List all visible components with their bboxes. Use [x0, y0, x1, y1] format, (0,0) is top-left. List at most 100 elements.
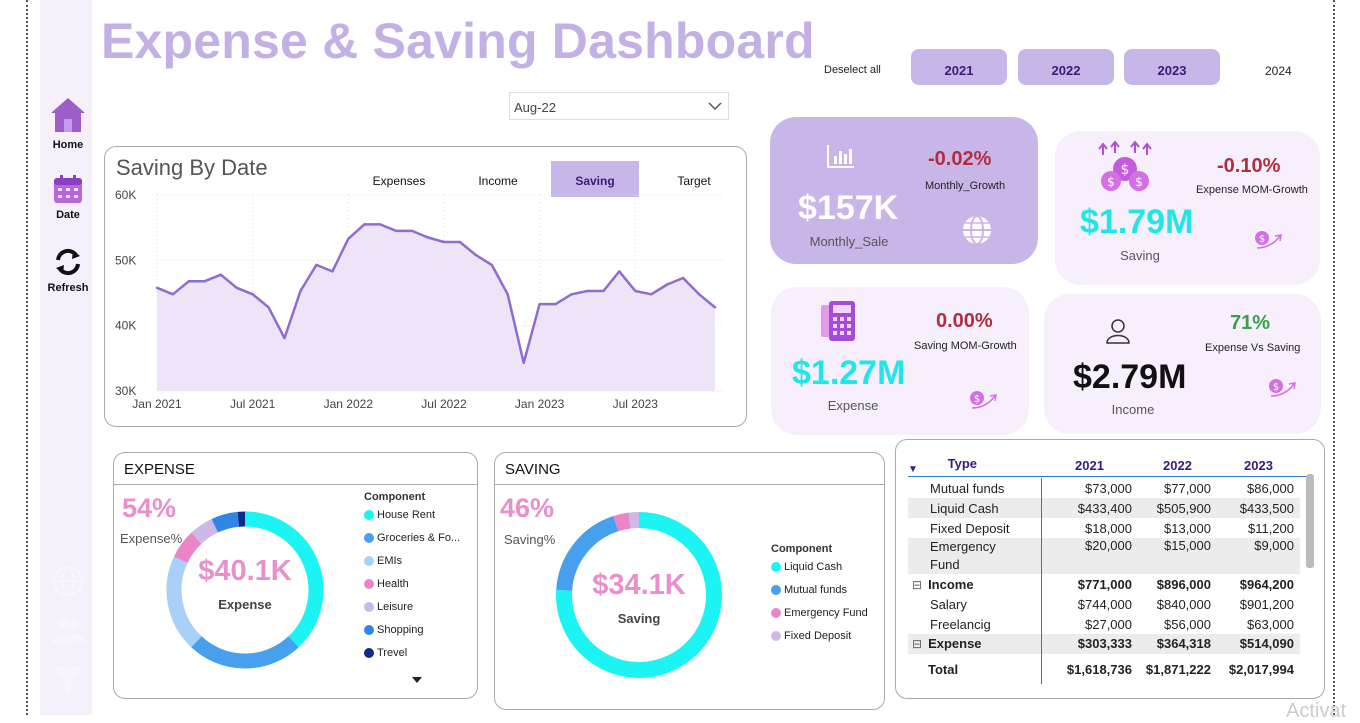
legend-label: Trevel [377, 647, 407, 659]
cell-value: $364,318 [1138, 634, 1217, 654]
table-row[interactable]: Mutual funds$73,000$77,000$86,000 [908, 478, 1300, 498]
sidebar: Home Date Refresh [40, 0, 92, 715]
kpi-expense-label: Expense [813, 398, 893, 413]
kpi-monthly-sale-label: Monthly_Sale [790, 234, 908, 249]
table-row[interactable]: Salary$744,000$840,000$901,200 [908, 594, 1300, 614]
kpi-monthly-growth-label: Monthly_Growth [925, 180, 1005, 192]
sidebar-item-refresh[interactable]: Refresh [40, 247, 96, 294]
year-2023-button[interactable]: 2023 [1124, 49, 1220, 85]
data-point [252, 293, 254, 295]
matrix-card: ▼ Type 2021 2022 2023 Mutual funds$73,00… [895, 439, 1325, 699]
expense-legend: Component House RentGroceries & Fo...EMI… [364, 491, 460, 670]
legend-item[interactable]: Health [364, 578, 460, 601]
x-tick-label: Jan 2022 [324, 397, 374, 411]
saving-percent-label: Saving% [504, 532, 555, 547]
kpi-monthly-sale-value: $157K [798, 189, 898, 228]
legend-item[interactable]: Liquid Cash [771, 561, 868, 584]
year-2022-button[interactable]: 2022 [1018, 49, 1114, 85]
data-point [204, 280, 206, 282]
cell-value: $505,900 [1138, 498, 1217, 518]
svg-text:$: $ [1135, 175, 1143, 189]
table-row[interactable]: Emergency Fund$20,000$15,000$9,000 [908, 538, 1300, 574]
caret-down-icon[interactable] [411, 676, 423, 684]
kpi-saving-mom-label: Saving MOM-Growth [914, 340, 1017, 352]
sidebar-item-home[interactable]: Home [40, 96, 96, 151]
donut-slice[interactable] [616, 521, 630, 524]
table-row[interactable]: Freelancig$27,000$56,000$63,000 [908, 614, 1300, 634]
legend-item[interactable]: EMIs [364, 555, 460, 578]
filter-icon[interactable] [52, 665, 84, 695]
legend-item[interactable]: Shopping [364, 624, 460, 647]
cell-value: $840,000 [1138, 594, 1217, 614]
globe-icon[interactable] [52, 565, 84, 597]
legend-swatch [771, 631, 781, 641]
donut-slice[interactable] [196, 642, 293, 661]
row-label: Fixed Deposit [908, 518, 1041, 538]
donut-slice[interactable] [196, 526, 214, 538]
legend-item[interactable]: House Rent [364, 509, 460, 532]
collapse-icon[interactable]: ⊟ [912, 637, 922, 651]
row-label: Emergency Fund [908, 538, 1041, 574]
legend-item[interactable]: Groceries & Fo... [364, 532, 460, 555]
data-point [459, 241, 461, 243]
x-tick-label: Jul 2022 [421, 397, 467, 411]
data-point [220, 274, 222, 276]
column-header-2022[interactable]: 2022 [1138, 452, 1217, 478]
kpi-expense-mom-label: Expense MOM-Growth [1196, 184, 1308, 196]
year-2024-button[interactable]: 2024 [1265, 64, 1292, 78]
column-header-2021[interactable]: 2021 [1041, 452, 1138, 478]
cell-value: $13,000 [1138, 518, 1217, 538]
table-row[interactable]: ⊟Expense$303,333$364,318$514,090 [908, 634, 1300, 654]
legend-item[interactable]: Leisure [364, 601, 460, 624]
coin-trend-icon: $ [968, 388, 998, 410]
donut-slice[interactable] [630, 520, 639, 521]
kpi-income-card: $2.79M Income 71% Expense Vs Saving $ [1044, 294, 1321, 434]
legend-swatch [771, 562, 781, 572]
cell-value: $27,000 [1041, 614, 1138, 634]
deselect-all-button[interactable]: Deselect all [824, 64, 881, 76]
legend-label: House Rent [377, 509, 435, 521]
legend-swatch [364, 602, 374, 612]
sort-desc-icon[interactable]: ▼ [908, 464, 922, 475]
legend-item[interactable]: Emergency Fund [771, 607, 868, 630]
cell-value: $20,000 [1041, 538, 1138, 574]
row-label: ⊟Expense [908, 634, 1041, 654]
table-row[interactable]: Total$1,618,736$1,871,222$2,017,994 [908, 654, 1300, 684]
data-point [267, 306, 269, 308]
cell-value: $433,500 [1217, 498, 1300, 518]
y-tick-label: 60K [115, 188, 136, 202]
row-label: Salary [908, 594, 1041, 614]
expense-donut-chart [164, 509, 326, 671]
legend-swatch [364, 579, 374, 589]
month-dropdown[interactable]: Aug-22 [509, 92, 729, 120]
table-row[interactable]: ⊟Income$771,000$896,000$964,200 [908, 574, 1300, 594]
users-icon[interactable] [52, 615, 84, 645]
legend-swatch [771, 608, 781, 618]
column-header-type[interactable]: ▼ Type [908, 452, 1041, 478]
legend-swatch [771, 585, 781, 595]
legend-item[interactable]: Mutual funds [771, 584, 868, 607]
row-label: Liquid Cash [908, 498, 1041, 518]
cell-value: $86,000 [1217, 478, 1300, 498]
sidebar-item-label: Home [40, 139, 96, 151]
saving-percent: 46% [500, 493, 554, 524]
legend-item[interactable]: Fixed Deposit [771, 630, 868, 653]
collapse-icon[interactable]: ⊟ [912, 578, 922, 592]
x-tick-label: Jul 2023 [613, 397, 659, 411]
cell-value: $433,400 [1041, 498, 1138, 518]
y-tick-label: 30K [115, 384, 136, 398]
cell-value: $1,871,222 [1138, 654, 1217, 684]
sidebar-item-date[interactable]: Date [40, 174, 96, 221]
cell-value: $964,200 [1217, 574, 1300, 594]
donut-slice[interactable] [215, 519, 239, 525]
table-row[interactable]: Fixed Deposit$18,000$13,000$11,200 [908, 518, 1300, 538]
table-row[interactable]: Liquid Cash$433,400$505,900$433,500 [908, 498, 1300, 518]
row-label: Mutual funds [908, 478, 1041, 498]
legend-item[interactable]: Trevel [364, 647, 460, 670]
column-header-2023[interactable]: 2023 [1217, 452, 1300, 478]
matrix-scrollbar[interactable] [1306, 474, 1314, 568]
expense-center-value: $40.1K [172, 555, 318, 588]
chevron-down-icon [708, 101, 722, 111]
user-icon [1105, 318, 1131, 344]
year-2021-button[interactable]: 2021 [911, 49, 1007, 85]
